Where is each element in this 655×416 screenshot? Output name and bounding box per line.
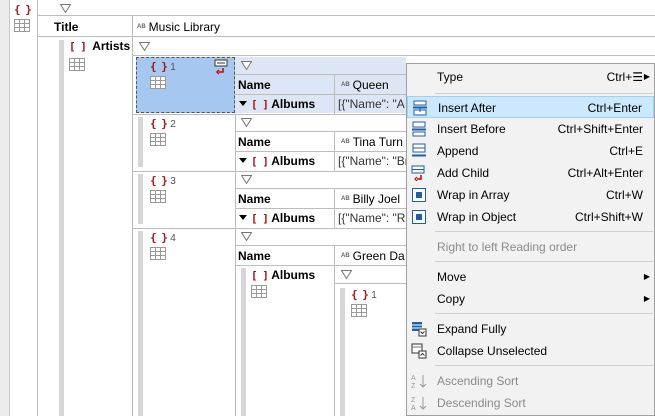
svg-text:Z: Z — [411, 397, 416, 404]
title-key: Title — [54, 20, 79, 34]
collapse-unselected-icon — [411, 343, 427, 359]
artist-item-1-brace: { } 1 — [150, 60, 176, 73]
item-4-albums-key[interactable]: [ ] Albums — [251, 267, 315, 284]
item-4-albums-filter-icon[interactable] — [341, 270, 352, 279]
menu-item-descending-sort[interactable]: ZA Descending Sort — [407, 392, 654, 414]
insert-before-icon — [412, 121, 426, 137]
menu-item-add-child[interactable]: Add Child Ctrl+Alt+Enter — [407, 162, 654, 184]
collapse-arrow-icon[interactable] — [239, 101, 247, 106]
item-3-name-value[interactable]: AB Billy Joel — [341, 191, 400, 207]
item-4-albums-table-icon[interactable] — [251, 285, 267, 298]
root-brace-label: { } — [14, 3, 32, 16]
artist-item-3-table-icon[interactable] — [150, 190, 166, 203]
title-value[interactable]: AB Music Library — [137, 19, 220, 35]
item-1-name-value[interactable]: AB Queen — [341, 77, 389, 93]
submenu-arrow-icon: ▶ — [643, 294, 650, 303]
insert-after-indicator-icon — [214, 59, 228, 75]
wrap-in-array-icon — [412, 188, 426, 202]
root-brace[interactable]: { } — [14, 2, 32, 16]
item-3-albums-value[interactable]: [{"Name": "Riv — [338, 210, 406, 226]
filter-icon[interactable] — [60, 4, 71, 13]
menu-item-move[interactable]: Move ▶ — [407, 266, 654, 288]
artists-bracket: [ ] — [69, 40, 87, 53]
item-3-filter-icon[interactable] — [241, 175, 252, 184]
svg-text:A: A — [411, 405, 416, 411]
item-1-albums-key[interactable]: [ ] Albums — [251, 96, 315, 113]
collapse-arrow-icon[interactable] — [239, 158, 247, 163]
menu-item-collapse-unselected[interactable]: Collapse Unselected — [407, 340, 654, 362]
ascending-sort-icon: AZ — [411, 375, 427, 389]
title-value-text: Music Library — [148, 20, 221, 34]
artists-table-icon[interactable] — [69, 58, 85, 71]
artist-item-4-brace[interactable]: { } 4 — [150, 230, 176, 244]
artist-item-2-table-icon[interactable] — [150, 133, 166, 146]
item-3-albums-key[interactable]: [ ] Albums — [251, 210, 315, 227]
append-icon — [412, 143, 426, 157]
item-4-name-key: Name — [238, 249, 271, 263]
root-table-icon[interactable] — [14, 19, 30, 32]
item-1-name-key: Name — [238, 78, 271, 92]
wrap-in-object-icon — [412, 210, 426, 224]
string-type-badge: AB — [137, 24, 146, 30]
expand-fully-icon — [412, 322, 427, 337]
artist-item-2-brace[interactable]: { } 2 — [150, 116, 176, 130]
album-item-1-table-icon[interactable] — [351, 304, 367, 317]
menu-item-insert-before[interactable]: Insert Before Ctrl+Shift+Enter — [407, 118, 654, 140]
menu-item-wrap-in-object[interactable]: Wrap in Object Ctrl+Shift+W — [407, 206, 654, 228]
item-2-filter-icon[interactable] — [241, 118, 252, 127]
item-2-albums-value[interactable]: [{"Name": "Bre — [338, 153, 406, 169]
item-1-albums-value[interactable]: [{"Name": "A N — [338, 96, 406, 112]
menu-item-type[interactable]: Type Ctrl+☰ ▶ — [407, 66, 654, 88]
submenu-arrow-icon: ▶ — [643, 272, 650, 281]
menu-item-ascending-sort[interactable]: AZ Ascending Sort — [407, 370, 654, 392]
svg-text:Z: Z — [411, 383, 416, 389]
artists-key[interactable]: [ ] Artists — [69, 39, 130, 53]
album-item-1-brace[interactable]: { } 1 — [351, 287, 377, 301]
descending-sort-icon: ZA — [411, 397, 427, 411]
artist-item-1-table-icon[interactable] — [150, 76, 166, 89]
menu-item-expand-fully[interactable]: Expand Fully — [407, 318, 654, 340]
menu-item-append[interactable]: Append Ctrl+E — [407, 140, 654, 162]
menu-item-copy[interactable]: Copy ▶ — [407, 288, 654, 310]
item-3-name-key: Name — [238, 192, 271, 206]
menu-item-insert-after[interactable]: Insert After Ctrl+Enter — [407, 96, 654, 118]
artist-item-3-brace[interactable]: { } 3 — [150, 173, 176, 187]
submenu-arrow-icon: ▶ — [643, 72, 650, 81]
svg-text:A: A — [411, 375, 416, 382]
insert-after-icon — [413, 100, 427, 116]
item-4-name-value[interactable]: AB Green Da — [341, 248, 405, 264]
menu-item-wrap-in-array[interactable]: Wrap in Array Ctrl+W — [407, 184, 654, 206]
item-1-filter-icon[interactable] — [241, 61, 252, 70]
add-child-icon — [411, 165, 425, 181]
item-2-name-value[interactable]: AB Tina Turn — [341, 134, 403, 150]
root-gutter — [0, 0, 10, 416]
menu-item-rtl-reading-order[interactable]: Right to left Reading order — [407, 236, 654, 258]
item-4-filter-icon[interactable] — [241, 232, 252, 241]
item-2-albums-key[interactable]: [ ] Albums — [251, 153, 315, 170]
item-2-name-key: Name — [238, 135, 271, 149]
collapse-arrow-icon[interactable] — [239, 215, 247, 220]
artists-filter-icon[interactable] — [139, 42, 150, 51]
artists-key-label: Artists — [92, 39, 131, 53]
context-menu: Type Ctrl+☰ ▶ Insert After Ctrl+Enter In… — [406, 63, 655, 416]
artist-item-4-table-icon[interactable] — [150, 247, 166, 260]
